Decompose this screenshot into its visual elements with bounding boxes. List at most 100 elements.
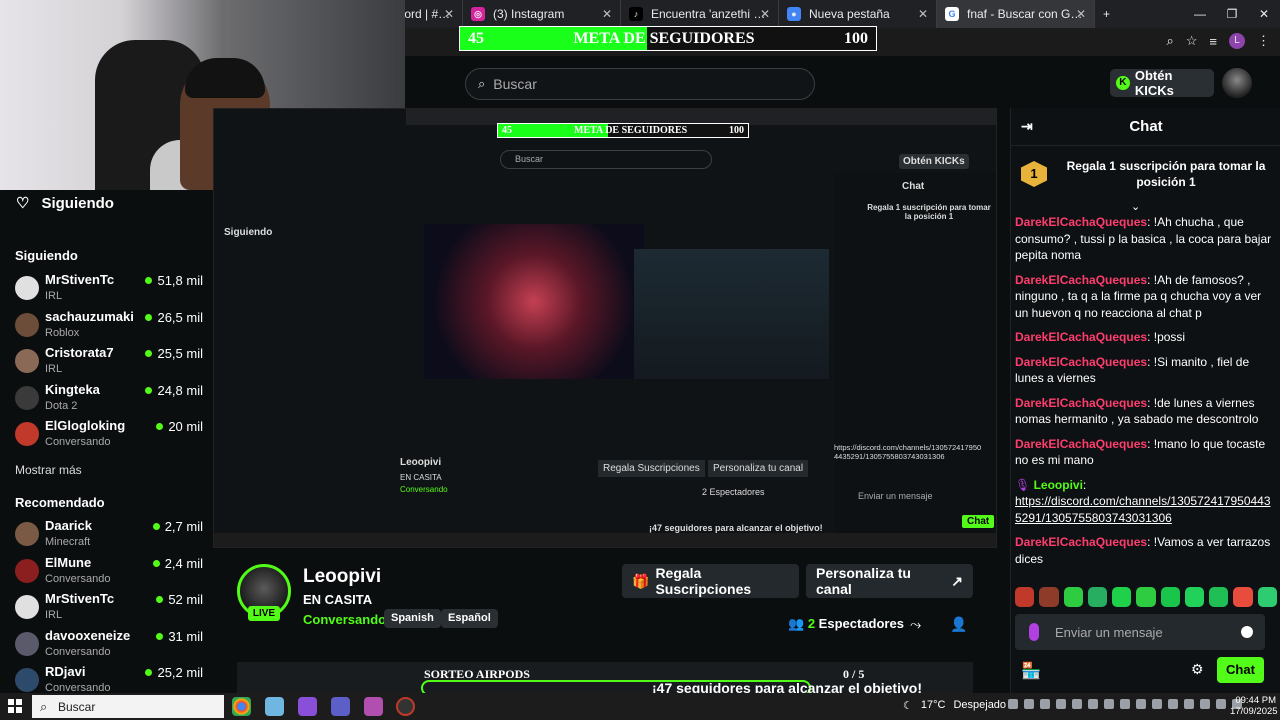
- stream-category[interactable]: Conversando: [303, 612, 386, 627]
- restore-icon[interactable]: ❐: [1216, 0, 1248, 28]
- share-icon[interactable]: ⤳: [910, 616, 921, 633]
- browser-tab-new[interactable]: ● Nueva pestaña ✕: [779, 0, 937, 28]
- obs-app-icon[interactable]: [396, 697, 415, 716]
- emote[interactable]: [1233, 587, 1253, 607]
- minimize-icon[interactable]: —: [1184, 0, 1216, 28]
- emote[interactable]: [1015, 587, 1035, 607]
- heart-icon: ♡: [16, 195, 30, 212]
- gear-icon[interactable]: ⚙: [1191, 661, 1204, 678]
- close-window-icon[interactable]: ✕: [1248, 0, 1280, 28]
- close-tab-icon[interactable]: ✕: [1076, 7, 1086, 21]
- tray-icon[interactable]: [1024, 699, 1034, 709]
- windows-start-icon[interactable]: [8, 699, 22, 713]
- clock[interactable]: 09:44 PM 17/09/2025: [1230, 695, 1278, 717]
- chat-username[interactable]: DarekElCachaQueques: [1015, 273, 1147, 287]
- chat-username[interactable]: Leoopivi: [1034, 478, 1083, 492]
- close-tab-icon[interactable]: ✕: [602, 7, 612, 21]
- emote[interactable]: [1184, 587, 1205, 607]
- teams-app-icon[interactable]: [331, 697, 350, 716]
- pinned-gift-banner[interactable]: 1 Regala 1 suscripción para tomar la pos…: [1021, 156, 1271, 200]
- bookmark-star-icon[interactable]: ☆: [1186, 33, 1198, 49]
- chrome-app-icon[interactable]: [232, 697, 251, 716]
- following-nav[interactable]: ♡ Siguiendo: [16, 194, 114, 213]
- tray-icon[interactable]: [1152, 699, 1162, 709]
- channel-name: Daarick: [45, 518, 92, 533]
- emote[interactable]: [1087, 587, 1108, 607]
- avatar: [15, 631, 39, 656]
- gift-subs-button[interactable]: 🎁 Regala Suscripciones: [622, 564, 799, 598]
- search-input[interactable]: ⌕ Buscar: [465, 68, 815, 100]
- follow-user-icon[interactable]: 👤: [950, 616, 967, 633]
- emote[interactable]: [1039, 587, 1059, 607]
- tray-icon[interactable]: [1056, 699, 1066, 709]
- recommended-item[interactable]: ElMune Conversando 2,4 mil: [15, 555, 203, 591]
- taskbar-search[interactable]: ⌕ Buscar: [32, 695, 224, 718]
- tray-icon[interactable]: [1120, 699, 1130, 709]
- get-kicks-button[interactable]: K Obtén KICKs: [1110, 68, 1214, 98]
- chat-username[interactable]: DarekElCachaQueques: [1015, 437, 1147, 451]
- chat-username[interactable]: DarekElCachaQueques: [1015, 355, 1147, 369]
- tag-spanish[interactable]: Spanish: [384, 609, 441, 628]
- close-tab-icon[interactable]: ✕: [918, 7, 928, 21]
- send-chat-button[interactable]: Chat: [1217, 657, 1264, 683]
- chevron-down-icon[interactable]: ⌄: [1131, 200, 1140, 213]
- tray-icon[interactable]: [1168, 699, 1178, 709]
- viewer-count: 31 mil: [156, 629, 203, 644]
- browser-tab-instagram[interactable]: ◎ (3) Instagram ✕: [463, 0, 621, 28]
- store-icon[interactable]: 🏪: [1021, 661, 1041, 681]
- emote[interactable]: [1209, 587, 1229, 607]
- app-icon[interactable]: [364, 697, 383, 716]
- menu-kebab-icon[interactable]: ⋮: [1257, 33, 1270, 49]
- following-item[interactable]: Cristorata7 IRL 25,5 mil: [15, 345, 203, 381]
- browser-tab-tiktok[interactable]: ♪ Encuentra 'anzethi cuerpazo' e✕: [621, 0, 779, 28]
- chat-username[interactable]: DarekElCachaQueques: [1015, 215, 1147, 229]
- recommended-item[interactable]: Daarick Minecraft 2,7 mil: [15, 518, 203, 554]
- emoji-icon[interactable]: [1241, 626, 1253, 638]
- tray-icon[interactable]: [1200, 699, 1210, 709]
- chat-username[interactable]: DarekElCachaQueques: [1015, 396, 1147, 410]
- emote[interactable]: [1160, 587, 1180, 607]
- new-tab-button[interactable]: +: [1095, 0, 1118, 28]
- chat-text[interactable]: https://discord.com/channels/13057241795…: [1015, 494, 1271, 525]
- tray-icon[interactable]: [1008, 699, 1018, 709]
- tray-icon[interactable]: [1136, 699, 1146, 709]
- app-icon[interactable]: [298, 697, 317, 716]
- chat-username[interactable]: DarekElCachaQueques: [1015, 535, 1147, 549]
- emote[interactable]: [1136, 587, 1156, 607]
- following-item[interactable]: ElGlogloking Conversando 20 mil: [15, 418, 203, 454]
- tray-icon[interactable]: [1072, 699, 1082, 709]
- weather-widget[interactable]: ☾ 17°C Despejado: [903, 699, 1006, 712]
- explorer-app-icon[interactable]: [265, 697, 284, 716]
- mic-icon[interactable]: [1029, 623, 1039, 641]
- close-tab-icon[interactable]: ✕: [444, 7, 454, 21]
- collapse-chat-icon[interactable]: ⇥: [1021, 118, 1033, 135]
- emote[interactable]: [1063, 587, 1083, 607]
- following-item[interactable]: Kingteka Dota 2 24,8 mil: [15, 382, 203, 418]
- channel-name[interactable]: Leoopivi: [303, 566, 381, 588]
- tray-icon[interactable]: [1216, 699, 1226, 709]
- chat-username[interactable]: DarekElCachaQueques: [1015, 330, 1147, 344]
- profile-avatar[interactable]: L: [1229, 33, 1245, 49]
- recommended-item[interactable]: davooxeneize Conversando 31 mil: [15, 628, 203, 664]
- emote[interactable]: [1112, 587, 1132, 607]
- viewer-count: 25,5 mil: [145, 346, 203, 361]
- tray-icon[interactable]: [1088, 699, 1098, 709]
- tag-espanol[interactable]: Español: [441, 609, 498, 628]
- emote[interactable]: [1257, 587, 1277, 607]
- zoom-icon[interactable]: ⌕: [1166, 33, 1173, 49]
- user-avatar[interactable]: [1222, 68, 1252, 98]
- close-tab-icon[interactable]: ✕: [760, 7, 770, 21]
- tray-icon[interactable]: [1104, 699, 1114, 709]
- tray-icon[interactable]: [1040, 699, 1050, 709]
- following-item[interactable]: sachauzumaki Roblox 26,5 mil: [15, 309, 203, 345]
- following-item[interactable]: MrStivenTc IRL 51,8 mil: [15, 272, 203, 308]
- recommended-item[interactable]: MrStivenTc IRL 52 mil: [15, 591, 203, 627]
- customize-channel-button[interactable]: Personaliza tu canal ↗: [806, 564, 973, 598]
- media-control-icon[interactable]: ≡: [1209, 34, 1217, 49]
- browser-tab-google[interactable]: G fnaf - Buscar con Google✕: [937, 0, 1095, 28]
- show-more-link[interactable]: Mostrar más: [15, 463, 82, 477]
- tray-icon[interactable]: [1184, 699, 1194, 709]
- chat-input[interactable]: Enviar un mensaje: [1015, 614, 1265, 650]
- mirror-video-side: [634, 249, 829, 379]
- stream-video-player[interactable]: 45 META DE SEGUIDORES 100 Buscar Obtén K…: [213, 108, 997, 548]
